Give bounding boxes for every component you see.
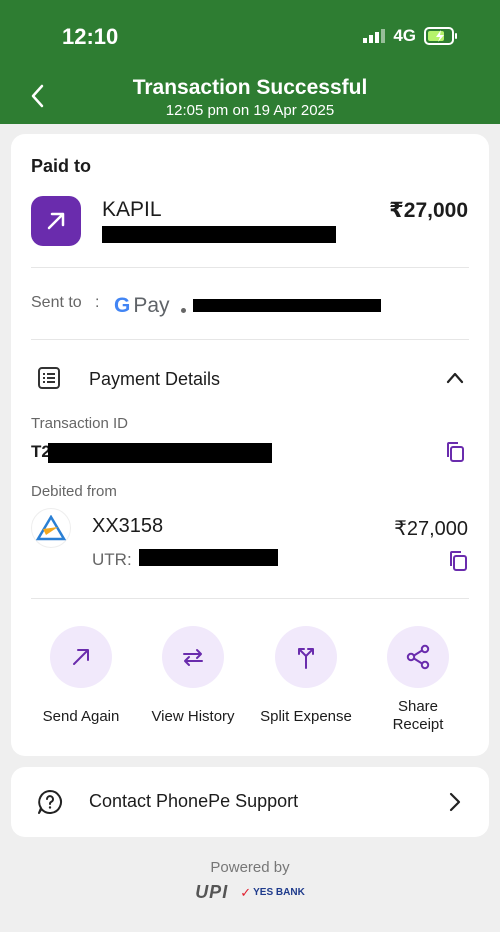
page-title: Transaction Successful (132, 76, 368, 99)
action-circle (50, 626, 112, 688)
payment-details-label: Payment Details (89, 369, 221, 389)
status-time: 12:10 (62, 24, 119, 49)
send-again-button[interactable]: Send Again (26, 626, 136, 726)
transaction-id-label: Transaction ID (31, 415, 128, 432)
action-circle (275, 626, 337, 688)
copy-icon[interactable] (445, 441, 465, 463)
payee-name: KAPIL (102, 198, 162, 221)
footer-logos: UPI ✓ YES BANK (0, 882, 500, 903)
arrow-up-right-icon (73, 649, 89, 665)
divider (31, 598, 469, 599)
action-circle (162, 626, 224, 688)
split-icon (298, 648, 314, 669)
signal-icon (363, 29, 386, 43)
chevron-right-icon (449, 792, 461, 812)
upi-logo: UPI (195, 882, 229, 902)
yes-bank-logo: ✓ YES BANK (240, 885, 305, 901)
separator-dot (181, 308, 186, 313)
share-receipt-button[interactable]: Share Receipt (363, 626, 473, 734)
transaction-page: 12:10 4G Transaction Successful 12:05 pm… (0, 0, 500, 932)
title-block: Transaction Successful 12:05 pm on 19 Ap… (0, 76, 500, 119)
sbi-like-icon (36, 515, 66, 541)
arrow-up-right-icon (47, 212, 65, 230)
yes-bank-tick-icon: ✓ (240, 884, 252, 900)
view-history-label: View History (151, 708, 235, 725)
help-circle-icon (38, 790, 62, 814)
debited-from-label: Debited from (31, 483, 117, 500)
google-g-icon: G (114, 294, 131, 317)
status-indicators: 4G (363, 26, 458, 46)
network-type: 4G (393, 26, 416, 45)
divider (31, 339, 469, 340)
gpay-text: Pay (133, 294, 170, 317)
debit-amount: ₹27,000 (394, 518, 468, 540)
support-row[interactable]: Contact PhonePe Support (11, 767, 489, 837)
view-history-button[interactable]: View History (138, 626, 248, 726)
page-subtitle: 12:05 pm on 19 Apr 2025 (165, 102, 335, 119)
action-circle (387, 626, 449, 688)
sent-to-colon: : (95, 294, 100, 311)
redacted-utr (139, 549, 278, 566)
powered-by-label: Powered by (210, 859, 290, 876)
swap-icon (183, 649, 203, 666)
paid-amount: ₹27,000 (389, 199, 468, 222)
bank-logo-icon (31, 508, 71, 548)
transaction-card: Paid to KAPIL ₹27,000 Sent to : G Pay Pa… (11, 134, 489, 756)
chevron-up-icon[interactable] (445, 368, 465, 388)
split-expense-label: Split Expense (260, 708, 352, 725)
sent-to-label: Sent to (31, 294, 82, 311)
split-expense-button[interactable]: Split Expense (251, 626, 361, 726)
paid-to-label: Paid to (31, 156, 92, 176)
utr-label: UTR: (92, 550, 132, 569)
redacted-payee-upi (102, 226, 336, 243)
send-again-label: Send Again (42, 708, 120, 725)
yes-bank-text: YES BANK (253, 887, 305, 898)
battery-charging-icon (424, 27, 457, 45)
gpay-logo: G Pay (114, 294, 170, 318)
share-icon (406, 644, 430, 670)
share-receipt-label: Share Receipt (392, 698, 444, 733)
redacted-sent-upi (193, 299, 381, 312)
debit-account: XX3158 (92, 515, 164, 537)
header: 12:10 4G Transaction Successful 12:05 pm… (0, 0, 500, 124)
payee-avatar (31, 196, 81, 246)
divider (31, 267, 469, 268)
receipt-list-icon (38, 367, 60, 389)
redacted-transaction-id (48, 443, 272, 463)
copy-icon[interactable] (448, 550, 468, 572)
support-label: Contact PhonePe Support (89, 791, 299, 811)
